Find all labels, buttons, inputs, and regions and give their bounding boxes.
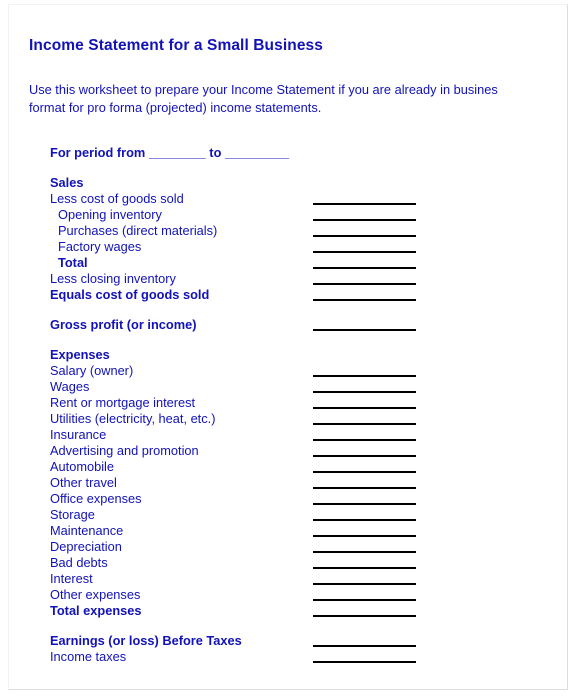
statement-row-label: Advertising and promotion: [50, 443, 199, 458]
amount-entry-line[interactable]: [313, 219, 416, 221]
amount-entry-line[interactable]: [313, 235, 416, 237]
statement-row-label: Opening inventory: [58, 207, 162, 222]
amount-entry-line[interactable]: [313, 615, 416, 617]
amount-entry-line[interactable]: [313, 519, 416, 521]
intro-line-2: format for pro forma (projected) income …: [29, 100, 322, 115]
amount-entry-line[interactable]: [313, 423, 416, 425]
statement-row-label: Less cost of goods sold: [50, 191, 184, 206]
amount-entry-line[interactable]: [313, 251, 416, 253]
amount-entry-line[interactable]: [313, 567, 416, 569]
amount-entry-line[interactable]: [313, 299, 416, 301]
statement-row: Less cost of goods sold: [9, 191, 567, 207]
amount-entry-line[interactable]: [313, 471, 416, 473]
statement-row-label: Equals cost of goods sold: [50, 287, 210, 302]
amount-entry-line[interactable]: [313, 439, 416, 441]
statement-row-label: Utilities (electricity, heat, etc.): [50, 411, 216, 426]
statement-row-label: Less closing inventory: [50, 271, 176, 286]
statement-row: Advertising and promotion: [9, 443, 567, 459]
document-page: Income Statement for a Small Business Us…: [8, 4, 568, 690]
amount-entry-line[interactable]: [313, 375, 416, 377]
statement-row-label: Expenses: [50, 347, 110, 362]
statement-row-label: Income taxes: [50, 649, 127, 664]
amount-entry-line[interactable]: [313, 203, 416, 205]
statement-row-label: Sales: [50, 175, 84, 190]
statement-row-label: Factory wages: [58, 239, 142, 254]
statement-row: Interest: [9, 571, 567, 587]
statement-row-label: Earnings (or loss) Before Taxes: [50, 633, 242, 648]
statement-row: Other expenses: [9, 587, 567, 603]
amount-entry-line[interactable]: [313, 455, 416, 457]
statement-row: Gross profit (or income): [9, 317, 567, 333]
amount-entry-line[interactable]: [313, 391, 416, 393]
period-field[interactable]: For period from ________ to _________: [50, 145, 289, 160]
amount-entry-line[interactable]: [313, 551, 416, 553]
statement-row: Less closing inventory: [9, 271, 567, 287]
statement-row: Expenses: [9, 347, 567, 363]
statement-row: Office expenses: [9, 491, 567, 507]
statement-row: Opening inventory: [9, 207, 567, 223]
statement-row: Other travel: [9, 475, 567, 491]
amount-entry-line[interactable]: [313, 535, 416, 537]
statement-rows: Sales Less cost of goods sold Opening inve…: [9, 175, 567, 665]
amount-entry-line[interactable]: [313, 583, 416, 585]
amount-entry-line[interactable]: [313, 407, 416, 409]
statement-row: Total: [9, 255, 567, 271]
statement-row-label: Storage: [50, 507, 95, 522]
statement-row-label: Office expenses: [50, 491, 142, 506]
statement-row-label: Rent or mortgage interest: [50, 395, 196, 410]
statement-row: Storage: [9, 507, 567, 523]
statement-row: Income taxes: [9, 649, 567, 665]
statement-row: Total expenses: [9, 603, 567, 619]
amount-entry-line[interactable]: [313, 487, 416, 489]
income-statement-worksheet: Income Statement for a Small Business Us…: [9, 5, 567, 689]
statement-row: Depreciation: [9, 539, 567, 555]
statement-row: Earnings (or loss) Before Taxes: [9, 633, 567, 649]
statement-row-label: Maintenance: [50, 523, 124, 538]
statement-row: Automobile: [9, 459, 567, 475]
statement-row: Utilities (electricity, heat, etc.): [9, 411, 567, 427]
statement-row-label: Insurance: [50, 427, 107, 442]
amount-entry-line[interactable]: [313, 267, 416, 269]
statement-row-label: Other travel: [50, 475, 117, 490]
statement-row: Factory wages: [9, 239, 567, 255]
intro-paragraph: Use this worksheet to prepare your Incom…: [29, 81, 567, 117]
intro-line-1: Use this worksheet to prepare your Incom…: [29, 82, 498, 97]
statement-row-label: Wages: [50, 379, 90, 394]
statement-row: Maintenance: [9, 523, 567, 539]
amount-entry-line[interactable]: [313, 329, 416, 331]
amount-entry-line[interactable]: [313, 599, 416, 601]
statement-row: Insurance: [9, 427, 567, 443]
statement-row-label: Gross profit (or income): [50, 317, 197, 332]
statement-row-label: Other expenses: [50, 587, 141, 602]
statement-row: Wages: [9, 379, 567, 395]
statement-row-label: Salary (owner): [50, 363, 134, 378]
amount-entry-line[interactable]: [313, 283, 416, 285]
statement-row: Purchases (direct materials): [9, 223, 567, 239]
statement-row: Bad debts: [9, 555, 567, 571]
amount-entry-line[interactable]: [313, 645, 416, 647]
statement-row: Equals cost of goods sold: [9, 287, 567, 303]
statement-row-label: Total: [58, 255, 88, 270]
statement-row-label: Automobile: [50, 459, 115, 474]
statement-row: Rent or mortgage interest: [9, 395, 567, 411]
statement-row-label: Bad debts: [50, 555, 108, 570]
statement-row: Salary (owner): [9, 363, 567, 379]
statement-row-label: Total expenses: [50, 603, 142, 618]
amount-entry-line[interactable]: [313, 661, 416, 663]
statement-row-label: Purchases (direct materials): [58, 223, 218, 238]
statement-row-label: Depreciation: [50, 539, 122, 554]
page-title: Income Statement for a Small Business: [29, 37, 323, 54]
amount-entry-line[interactable]: [313, 503, 416, 505]
statement-row-label: Interest: [50, 571, 93, 586]
statement-row: Sales: [9, 175, 567, 191]
